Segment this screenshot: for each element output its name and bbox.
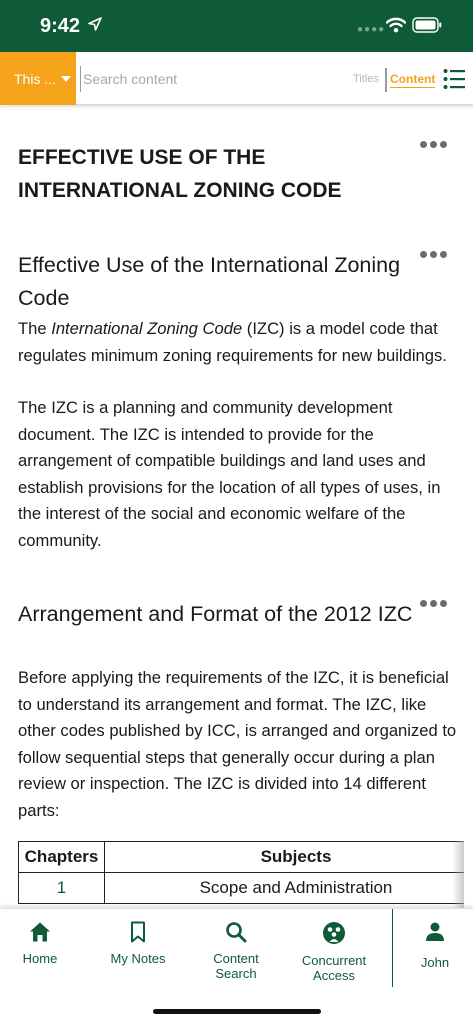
section-title: Arrangement and Format of the 2012 IZC <box>18 602 413 626</box>
tab-label: My Notes <box>110 951 166 966</box>
tab-label: Concurrent Access <box>301 953 367 983</box>
table-header-subjects: Subjects <box>104 841 464 873</box>
battery-icon <box>412 17 442 33</box>
section-paragraph: The IZC is a planning and community deve… <box>18 398 441 550</box>
tab-content-search[interactable]: Content Search <box>198 921 274 981</box>
tab-label: John <box>420 955 450 970</box>
location-arrow-icon <box>88 17 102 31</box>
search-mode-divider <box>385 68 387 92</box>
page-title: EFFECTIVE USE OF THE INTERNATIONAL ZONIN… <box>18 146 342 202</box>
search-mode-titles[interactable]: Titles <box>353 73 379 85</box>
chapters-table[interactable]: Chapters Subjects 1 Scope and Administra… <box>18 841 464 908</box>
home-icon <box>30 922 50 942</box>
section-title: Effective Use of the International Zonin… <box>18 253 401 310</box>
table-row: 1 Scope and Administration <box>18 872 464 904</box>
table-cell-chapter: 1 <box>18 872 105 904</box>
bookmark-icon <box>131 921 145 943</box>
tab-home[interactable]: Home <box>16 921 64 966</box>
search-scope-dropdown[interactable]: This ... <box>0 52 76 105</box>
search-mode-content[interactable]: Content <box>390 72 436 88</box>
tab-label: Home <box>22 951 58 966</box>
section-paragraph: The International Zoning Code (IZC) is a… <box>18 316 466 369</box>
tab-label: Content Search <box>213 951 259 981</box>
caret-down-icon <box>61 75 72 82</box>
section-paragraph: Before applying the requirements of the … <box>18 668 457 820</box>
table-header-chapters: Chapters <box>18 841 105 873</box>
search-input[interactable] <box>80 66 340 92</box>
table-of-contents-icon[interactable] <box>443 68 465 90</box>
search-bar: This ... Titles Content <box>0 52 473 105</box>
document-content[interactable]: EFFECTIVE USE OF THE INTERNATIONAL ZONIN… <box>0 105 473 908</box>
tab-bar: Home My Notes Content Search Concurrent … <box>0 908 473 1024</box>
more-options-icon[interactable] <box>420 594 450 607</box>
wifi-icon <box>386 17 406 33</box>
tab-my-notes[interactable]: My Notes <box>104 921 172 966</box>
user-icon <box>426 922 444 941</box>
tab-concurrent-access[interactable]: Concurrent Access <box>292 921 376 983</box>
table-scroll-fade <box>452 841 464 908</box>
status-time: 9:42 <box>40 15 81 37</box>
paragraph-text: The <box>18 319 52 338</box>
search-scope-label: This ... <box>14 70 57 87</box>
search-icon <box>226 922 247 943</box>
more-options-icon[interactable] <box>420 135 450 148</box>
table-cell-subject: Scope and Administration <box>104 872 464 904</box>
home-indicator[interactable] <box>153 1009 321 1014</box>
concurrent-access-icon <box>323 922 345 944</box>
status-bar: 9:42 ●●●● <box>0 0 473 52</box>
tab-divider <box>392 909 393 987</box>
cellular-dots-icon: ●●●● <box>357 24 386 35</box>
more-options-icon[interactable] <box>420 245 450 258</box>
paragraph-italic-text: International Zoning Code <box>51 319 243 338</box>
tab-profile[interactable]: John <box>408 921 462 970</box>
